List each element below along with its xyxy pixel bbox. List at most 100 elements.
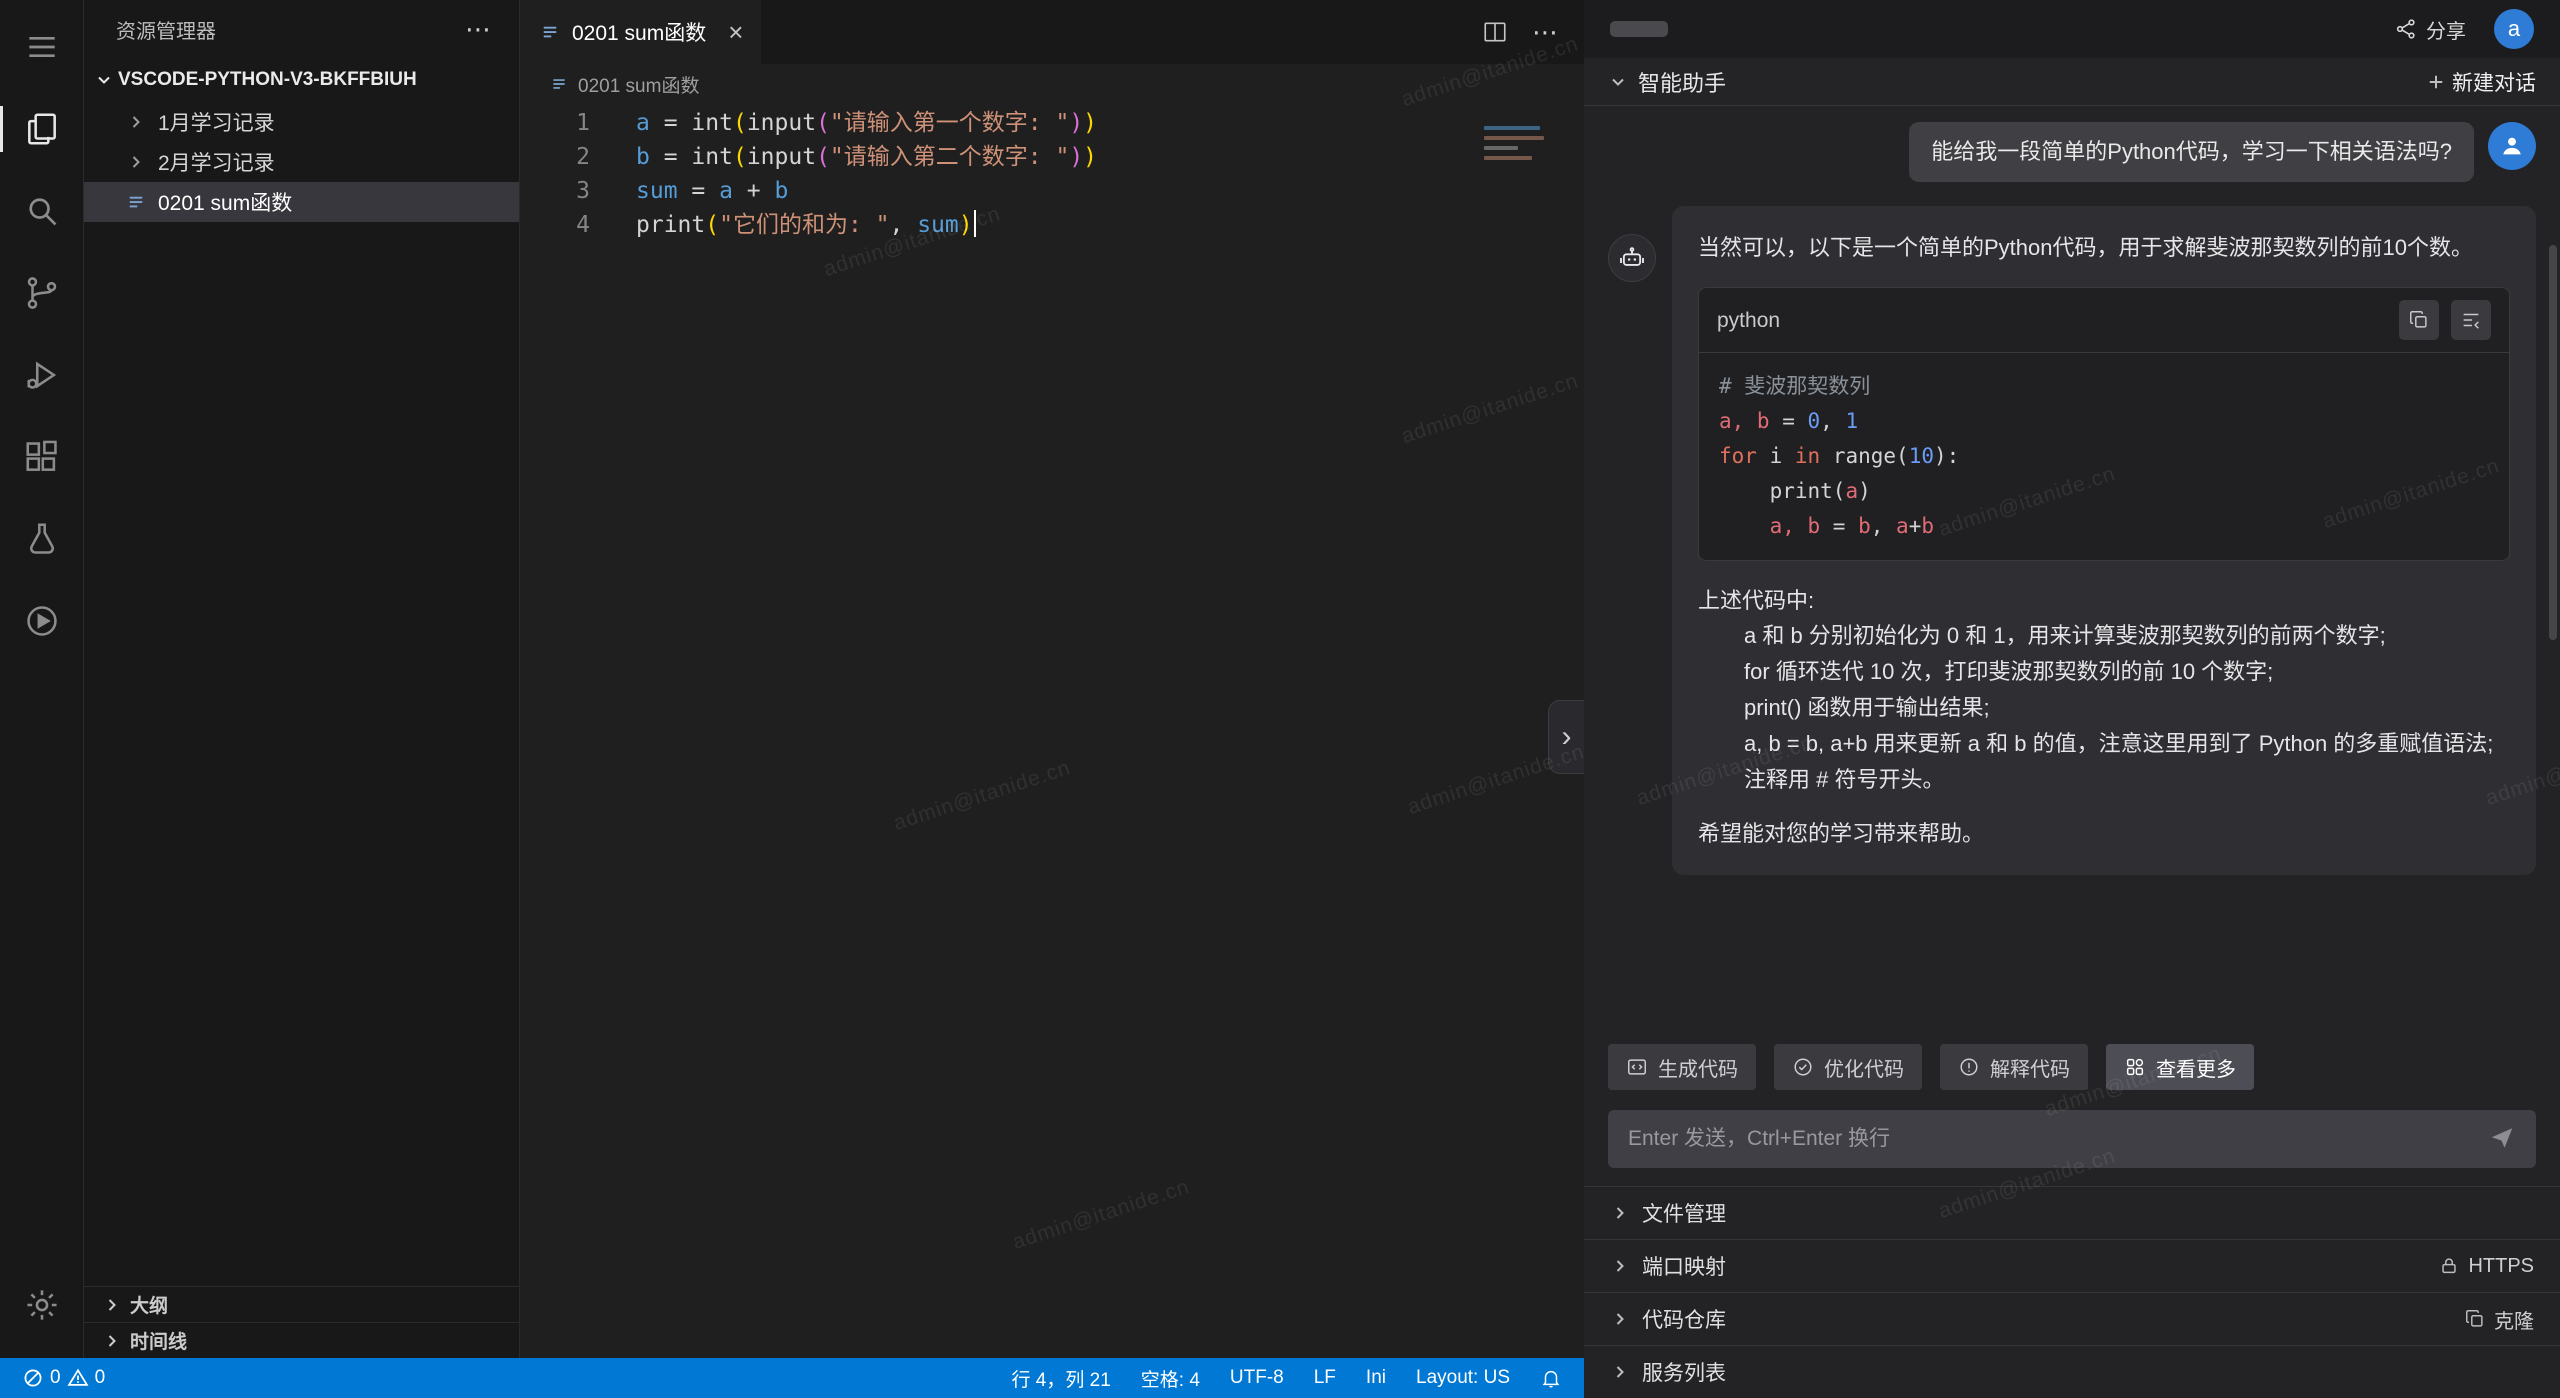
code-text: print(a) [1719, 479, 1871, 503]
activity-search-button[interactable] [0, 170, 84, 252]
chevron-right-icon [1610, 1362, 1630, 1382]
activity-bar [0, 0, 84, 1398]
tree-item-file[interactable]: 0201 sum函数 [84, 182, 519, 222]
tab-bar: 0201 sum函数 × ⋯ [520, 0, 1584, 64]
panel-expand-button[interactable]: › [1548, 700, 1584, 774]
new-chat-label: 新建对话 [2452, 67, 2536, 97]
line-number: 3 [520, 174, 590, 208]
explanation-item: print() 函数用于输出结果; [1744, 690, 2510, 726]
code-card-body[interactable]: # 斐波那契数列a, b = 0, 1for i in range(10): p… [1699, 353, 2509, 560]
tree-item-folder[interactable]: 1月学习记录 [84, 102, 519, 142]
activity-scm-button[interactable] [0, 252, 84, 334]
action-button[interactable]: 生成代码 [1608, 1044, 1756, 1090]
assistant-header: 智能助手 新建对话 [1584, 58, 2560, 106]
scm-icon [23, 274, 61, 312]
copy-code-button[interactable] [2399, 300, 2439, 340]
run-icon [23, 602, 61, 640]
panel-drag-handle[interactable] [1610, 21, 1668, 37]
action-button-label: 解释代码 [1990, 1053, 2070, 1082]
robot-icon [1617, 243, 1647, 273]
file-icon [550, 75, 568, 93]
code-line: for i in range(10): [1719, 439, 2489, 474]
action-button[interactable]: 优化代码 [1774, 1044, 1922, 1090]
code-line: 2b = int(input("请输入第二个数字: ")) [520, 140, 1584, 174]
panel-scrollbar[interactable] [2549, 245, 2557, 640]
line-number: 2 [520, 140, 590, 174]
editor-area: 0201 sum函数 × ⋯ 0201 sum函数 1a = int(input… [520, 0, 1584, 1398]
tab-close-icon[interactable]: × [728, 19, 743, 45]
search-icon [23, 192, 61, 230]
indentation-setting[interactable]: 空格: 4 [1141, 1365, 1200, 1392]
activity-run-button[interactable] [0, 580, 84, 662]
outline-panel-header[interactable]: 大纲 [84, 1286, 519, 1322]
code-text: a, b = 0, 1 [1719, 409, 1858, 433]
section-代码仓库[interactable]: 代码仓库克隆 [1584, 1292, 2560, 1345]
send-icon[interactable] [2488, 1124, 2516, 1157]
action-button[interactable]: 解释代码 [1940, 1044, 2088, 1090]
split-editor-icon[interactable] [1482, 19, 1508, 45]
sidebar-empty-area [84, 222, 519, 1286]
keyboard-layout[interactable]: Layout: US [1416, 1367, 1510, 1389]
action-button-label: 优化代码 [1824, 1053, 1904, 1082]
code-text: for i in range(10): [1719, 444, 1959, 468]
cursor-position[interactable]: 行 4，列 21 [1012, 1365, 1111, 1392]
share-button[interactable]: 分享 [2394, 15, 2466, 44]
code-text: b = int(input("请输入第二个数字: ")) [590, 140, 1097, 174]
insert-code-button[interactable] [2451, 300, 2491, 340]
code-line: a, b = 0, 1 [1719, 404, 2489, 439]
activity-explorer-button[interactable] [0, 88, 84, 170]
menu-icon [23, 28, 61, 66]
sidebar-header: 资源管理器 ⋯ [84, 0, 519, 58]
section-文件管理[interactable]: 文件管理 [1584, 1186, 2560, 1239]
assistant-intro-text: 当然可以，以下是一个简单的Python代码，用于求解斐波那契数列的前10个数。 [1698, 230, 2510, 265]
activity-debug-button[interactable] [0, 334, 84, 416]
see-more-button[interactable]: 查看更多 [2106, 1044, 2254, 1090]
section-端口映射[interactable]: 端口映射 HTTPS [1584, 1239, 2560, 1292]
app-root: 资源管理器 ⋯ VSCODE-PYTHON-V3-BKFFBIUH 1月学习记录… [0, 0, 2560, 1398]
notifications-bell-icon[interactable] [1540, 1367, 1562, 1389]
chevron-down-icon[interactable] [1608, 72, 1628, 92]
quick-actions-row: 生成代码 优化代码 解释代码 查看更多 [1584, 1030, 2560, 1104]
activity-settings-button[interactable] [0, 1264, 84, 1346]
account-avatar[interactable]: a [2494, 9, 2534, 49]
user-message-bubble: 能给我一段简单的Python代码，学习一下相关语法吗? [1909, 122, 2474, 182]
chat-input[interactable] [1608, 1110, 2536, 1168]
code-line: 4print("它们的和为: ", sum) [520, 208, 1584, 242]
tree-item-label: 0201 sum函数 [158, 187, 292, 217]
section-服务列表[interactable]: 服务列表 [1584, 1345, 2560, 1398]
closing-text: 希望能对您的学习带来帮助。 [1698, 816, 2510, 851]
explanation-item: a, b = b, a+b 用来更新 a 和 b 的值，注意这里用到了 Pyth… [1744, 726, 2510, 762]
eol-setting[interactable]: LF [1314, 1367, 1336, 1389]
workspace-root[interactable]: VSCODE-PYTHON-V3-BKFFBIUH [84, 58, 519, 102]
editor-more-actions-icon[interactable]: ⋯ [1532, 17, 1560, 48]
timeline-panel-header[interactable]: 时间线 [84, 1322, 519, 1358]
encoding-setting[interactable]: UTF-8 [1230, 1367, 1284, 1389]
minimap[interactable] [1484, 126, 1548, 166]
activity-testing-button[interactable] [0, 498, 84, 580]
chevron-right-icon [126, 152, 146, 172]
section-badge[interactable]: 克隆 [2464, 1305, 2534, 1334]
new-chat-button[interactable]: 新建对话 [2426, 67, 2536, 97]
text-cursor [974, 210, 976, 237]
code-card: python # 斐波那契数列a, b = 0, 1for i in rang [1698, 287, 2510, 561]
section-label: 端口映射 [1642, 1251, 1726, 1281]
share-icon [2394, 17, 2418, 41]
section-label: 服务列表 [1642, 1357, 1726, 1387]
tree-item-folder[interactable]: 2月学习记录 [84, 142, 519, 182]
activity-menu-button[interactable] [0, 6, 84, 88]
language-mode[interactable]: Ini [1366, 1367, 1386, 1389]
activity-extensions-button[interactable] [0, 416, 84, 498]
section-badge[interactable]: HTTPS [2438, 1255, 2534, 1278]
explorer-more-actions-icon[interactable]: ⋯ [465, 14, 493, 45]
file-icon [126, 192, 146, 212]
code-icon [1626, 1056, 1648, 1078]
editor-tab[interactable]: 0201 sum函数 × [520, 0, 761, 64]
section-badge-label: HTTPS [2468, 1255, 2534, 1278]
code-editor[interactable]: 1a = int(input("请输入第一个数字: "))2b = int(in… [520, 104, 1584, 1358]
copy-icon [2408, 309, 2430, 331]
problems-indicator[interactable]: 0 0 [22, 1367, 105, 1389]
explanation-item: for 循环迭代 10 次，打印斐波那契数列的前 10 个数字; [1744, 654, 2510, 690]
section-badge-label: 克隆 [2494, 1305, 2534, 1334]
breadcrumb[interactable]: 0201 sum函数 [520, 64, 1584, 104]
status-bar: 0 0 行 4，列 21 空格: 4 UTF-8 LF Ini Layout: … [0, 1358, 1584, 1398]
